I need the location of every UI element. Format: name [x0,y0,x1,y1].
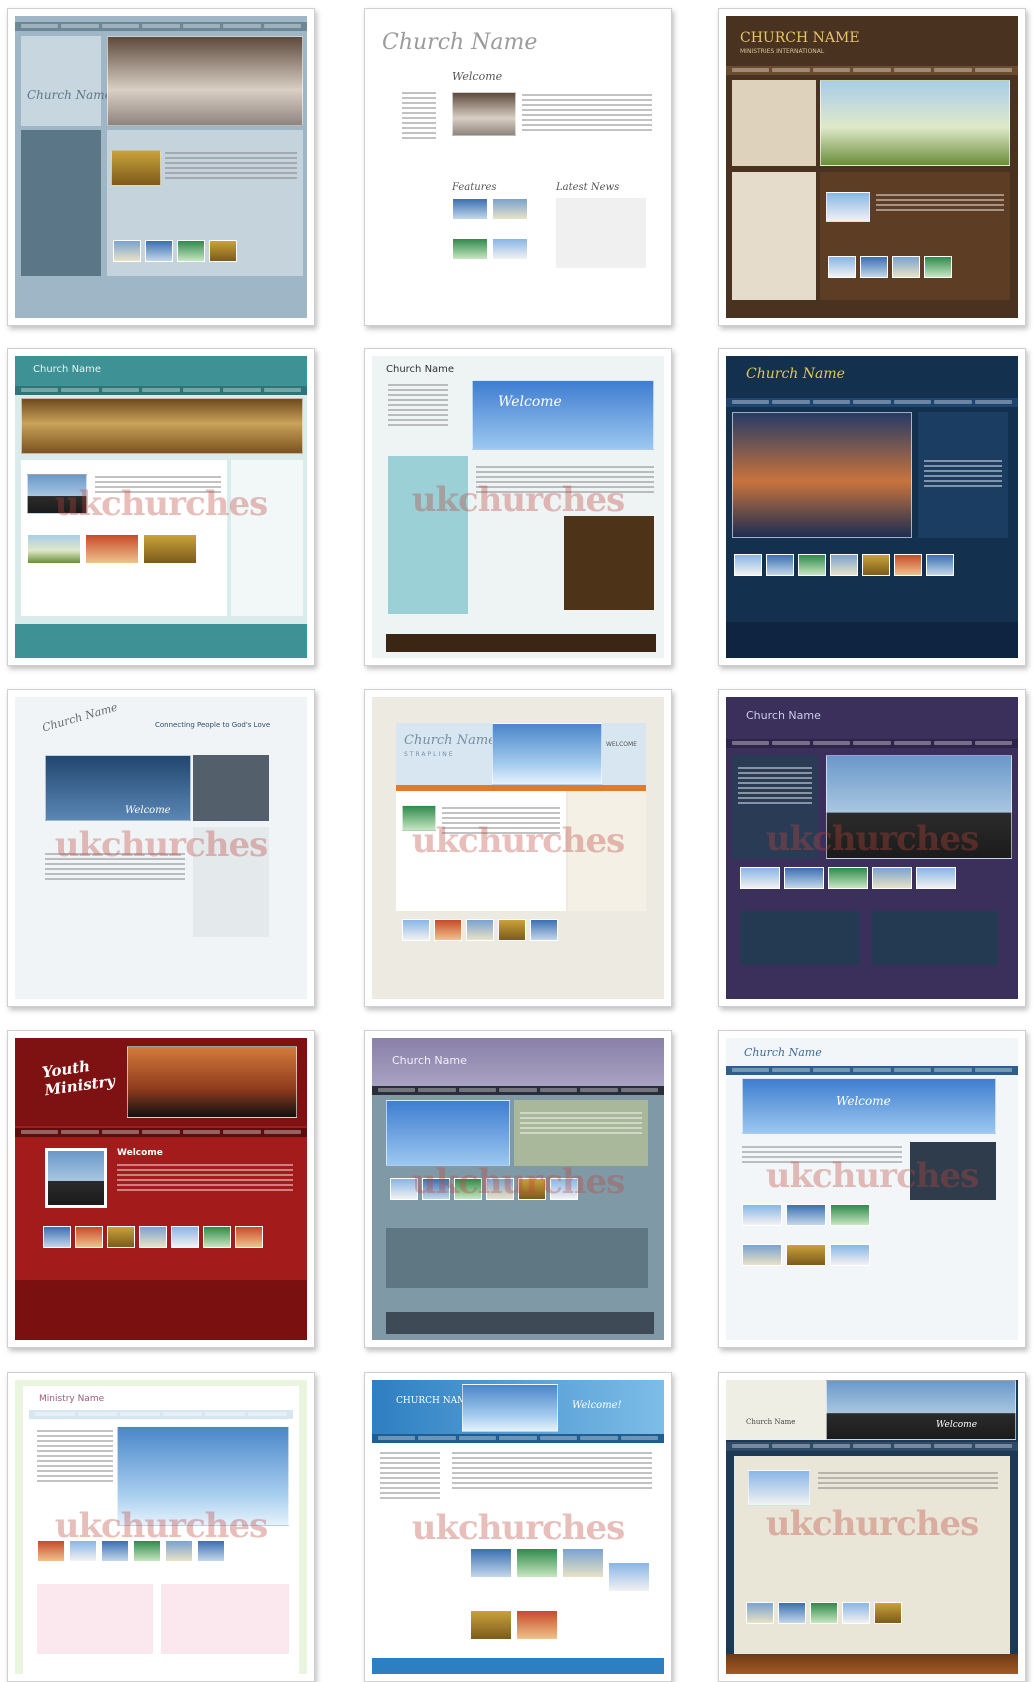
template-tile[interactable]: Church Name Connecting People to God's L… [7,689,315,1007]
church-name-title: Church Name [746,709,821,722]
church-name-title: CHURCH NAME [740,30,860,46]
template-tile[interactable]: CHURCH NAME MINISTRIES INTERNATIONAL [718,8,1026,326]
church-name-title: Church Name [27,88,112,102]
church-name-title: Church Name [746,366,845,382]
welcome-heading: Welcome [452,70,503,83]
watermark: ukchurches [54,825,269,865]
hero-image [472,380,654,450]
watermark: ukchurches [411,480,626,520]
latest-news-heading: Latest News [556,182,620,193]
church-name-title: Church Name [746,1418,796,1426]
watermark: ukchurches [411,821,626,861]
welcome-heading: Welcome! [572,1400,622,1411]
nav-bar[interactable] [15,1128,307,1137]
template-tile[interactable]: Church Name ukchurches [718,689,1026,1007]
template-tile[interactable]: Church Name [718,348,1026,666]
watermark: ukchurches [411,1162,626,1202]
template-tile[interactable]: Ministry Name ukchurches [7,1372,315,1682]
nav-bar[interactable] [726,1442,1018,1451]
watermark: ukchurches [765,1156,980,1196]
tagline: Connecting People to God's Love [155,721,271,729]
church-name-title: Ministry Name [39,1394,105,1404]
watermark: ukchurches [765,1504,980,1544]
watermark: ukchurches [54,484,269,524]
template-tile[interactable]: Church Name [7,8,315,326]
welcome-heading: Welcome [117,1148,163,1158]
nav-bar[interactable] [726,66,1018,75]
watermark: ukchurches [54,1506,269,1546]
template-tile[interactable]: Church Name ukchurches [7,348,315,666]
hero-image [820,80,1010,166]
church-name-title: Church Name [404,733,496,748]
tagline: STRAPLINE [404,751,455,758]
nav-bar[interactable] [15,22,307,31]
welcome-heading: WELCOME [606,741,637,748]
nav-bar[interactable] [372,1086,664,1095]
church-name-title: Church Name [392,1054,467,1067]
nav-bar[interactable] [29,1410,293,1419]
template-tile[interactable]: Church Name Welcome ukchurches [364,348,672,666]
church-name-title: Church Name [744,1046,822,1059]
hero-image [732,412,912,538]
template-tile[interactable]: Church Name Welcome ukchurches [718,1372,1026,1682]
template-tile[interactable]: Church Name Welcome ukchurches [718,1030,1026,1348]
nav-bar[interactable] [726,398,1018,407]
template-tile[interactable]: Church Name STRAPLINE WELCOME ukchurches [364,689,672,1007]
features-heading: Features [452,182,497,193]
template-tile[interactable]: CHURCH NAME Welcome! ukchurches [364,1372,672,1682]
nav-bar[interactable] [372,1434,664,1443]
welcome-heading: Welcome [836,1094,891,1108]
hero-image [452,92,516,136]
nav-bar[interactable] [726,1066,1018,1075]
template-tile[interactable]: Church Name Welcome Features Latest News [364,8,672,326]
welcome-heading: Welcome [125,805,171,816]
hero-image [492,723,602,785]
thumbnail-strip [113,240,237,262]
hero-image [127,1046,297,1118]
template-gallery: Church Name Church Name Welcome Features… [0,0,1033,1682]
hero-image [21,398,303,454]
hero-image [462,1384,558,1432]
template-tile[interactable]: Youth Ministry Welcome [7,1030,315,1348]
church-name-title: Church Name [386,364,455,375]
welcome-heading: Welcome [498,394,562,410]
hero-image [386,1100,510,1166]
watermark: ukchurches [411,1508,626,1548]
watermark: ukchurches [765,819,980,859]
welcome-heading: Welcome [936,1420,978,1430]
church-name-title: Church Name [40,700,120,735]
template-tile[interactable]: Church Name ukchurches [364,1030,672,1348]
tagline: MINISTRIES INTERNATIONAL [740,48,825,55]
nav-bar[interactable] [726,739,1018,748]
church-name-title: Church Name [33,364,102,375]
hero-image [826,1380,1016,1440]
nav-bar[interactable] [15,386,307,395]
hero-image [107,36,303,126]
church-name-title: Church Name [382,30,538,55]
